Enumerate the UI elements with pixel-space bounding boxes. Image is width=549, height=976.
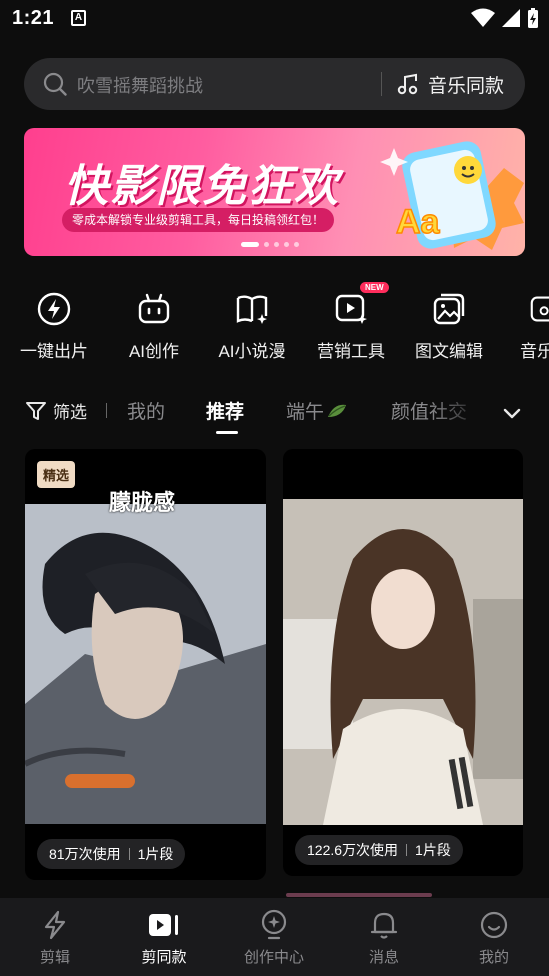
search-icon: [43, 72, 67, 96]
banner-illustration: Aa: [380, 141, 524, 250]
banner-dot: [264, 242, 269, 247]
nav-label: 剪同款: [141, 949, 187, 966]
image-edit-icon: [433, 293, 465, 325]
usage-stat: 81万次使用 1片段: [37, 839, 186, 869]
featured-badge: 精选: [37, 461, 76, 488]
shortcut-label: AI小说漫: [218, 342, 286, 361]
category-tabs: 筛选 我的 推荐 端午 颜值社交: [0, 393, 549, 434]
signal-icon: [502, 9, 520, 27]
next-card-peek: [286, 893, 432, 897]
nav-label: 消息: [368, 949, 399, 966]
stat-divider: [128, 848, 130, 860]
banner-dot: [241, 242, 259, 247]
shortcut-marketing-tools[interactable]: NEW 营销工具: [302, 282, 400, 362]
promo-banner[interactable]: 快影限免狂欢 零成本解锁专业级剪辑工具，每日投稿领红包！ Aa: [24, 128, 525, 256]
nav-label: 剪辑: [39, 949, 70, 966]
nav-edit[interactable]: 剪辑: [5, 908, 105, 967]
tab-divider: [106, 403, 107, 418]
bottom-nav: 剪辑 剪同款 创作中心 消息 我的: [0, 898, 549, 976]
filter-label: 筛选: [53, 403, 87, 422]
usage-count: 81万次使用: [49, 846, 121, 862]
music-icon: [530, 296, 549, 322]
shortcut-label: AI创作: [128, 342, 180, 361]
shortcut-music[interactable]: 音乐: [500, 288, 549, 362]
tab-label: 端午: [286, 402, 325, 423]
filter-button[interactable]: 筛选: [25, 398, 87, 423]
system-icons: [471, 6, 539, 30]
notification-a-icon: A: [71, 10, 86, 26]
nav-label: 我的: [478, 949, 509, 966]
banner-title: 快影限免狂欢: [64, 162, 340, 211]
nav-template[interactable]: 剪同款: [114, 908, 214, 967]
shortcut-ai-novel-comic[interactable]: AI小说漫: [203, 288, 301, 362]
status-bar: 1:21 A: [0, 0, 549, 38]
book-sparkle-icon: [236, 295, 268, 324]
clip-count: 1片段: [415, 842, 451, 858]
template-card[interactable]: 122.6万次使用 1片段: [283, 449, 523, 876]
search-bar[interactable]: 吹雪摇舞蹈挑战 音乐同款: [24, 58, 525, 110]
template-play-icon: [149, 914, 178, 936]
banner-art-text: Aa: [396, 203, 441, 241]
tab-underline: [216, 431, 238, 434]
tab-mine[interactable]: 我的: [127, 397, 165, 424]
music-match-button[interactable]: 音乐同款: [396, 71, 504, 98]
status-time: 1:21: [12, 7, 55, 29]
clip-count: 1片段: [137, 846, 174, 862]
shortcut-ai-create[interactable]: AI创作: [105, 288, 203, 362]
shortcut-label: 营销工具: [317, 342, 385, 361]
tab-label: 推荐: [206, 402, 245, 423]
banner-dot: [284, 242, 289, 247]
thumbnail-art: [283, 499, 523, 825]
shortcut-row: 一键出片 AI创作 AI小说漫 NEW 营销工具 图文编辑 音乐: [0, 282, 549, 364]
smiley-icon: [480, 911, 508, 939]
filter-icon: [26, 401, 46, 420]
nav-label: 创作中心: [243, 949, 304, 966]
new-badge: NEW: [360, 282, 389, 293]
chevron-down-icon[interactable]: [501, 402, 523, 424]
template-caption: 朦胧感: [109, 490, 176, 515]
wifi-icon: [471, 8, 495, 27]
nav-profile[interactable]: 我的: [444, 908, 544, 967]
tab-dragon-boat[interactable]: 端午: [286, 397, 348, 424]
usage-count: 122.6万次使用: [307, 842, 399, 858]
banner-dot: [294, 242, 299, 247]
template-thumbnail: [283, 499, 523, 825]
bell-icon: [370, 912, 398, 939]
music-match-label: 音乐同款: [428, 76, 505, 97]
banner-subtitle: 零成本解锁专业级剪辑工具，每日投稿领红包！: [62, 208, 335, 232]
shortcut-one-click[interactable]: 一键出片: [5, 288, 103, 362]
banner-pagination: [241, 242, 299, 247]
music-note-icon: [397, 73, 418, 94]
robot-icon: [138, 293, 170, 324]
play-sparkle-icon: [335, 294, 367, 324]
stat-divider: [406, 844, 408, 856]
shortcut-label: 音乐: [520, 342, 549, 361]
thumbnail-art: [25, 504, 266, 824]
search-divider: [381, 72, 382, 96]
search-placeholder[interactable]: 吹雪摇舞蹈挑战: [77, 72, 203, 98]
tab-recommended[interactable]: 推荐: [206, 397, 245, 434]
shortcut-label: 图文编辑: [415, 342, 483, 361]
usage-stat: 122.6万次使用 1片段: [295, 835, 463, 865]
bulb-icon: [261, 909, 287, 940]
lightning-outline-icon: [44, 910, 66, 940]
banner-dot: [274, 242, 279, 247]
tabs-fade: [430, 393, 490, 433]
template-thumbnail: [25, 504, 266, 824]
template-card[interactable]: 精选 朦胧感 81万次使用 1片段: [25, 449, 266, 880]
lightning-icon: [37, 292, 71, 326]
shortcut-label: 一键出片: [20, 342, 88, 361]
zongzi-icon: [328, 404, 347, 417]
nav-creator-center[interactable]: 创作中心: [224, 908, 324, 967]
nav-messages[interactable]: 消息: [334, 908, 434, 967]
shortcut-image-text-edit[interactable]: 图文编辑: [400, 288, 498, 362]
battery-icon: [528, 8, 538, 28]
